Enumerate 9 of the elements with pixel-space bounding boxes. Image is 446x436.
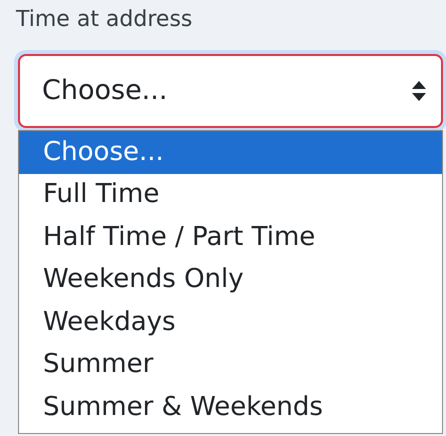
dropdown-option[interactable]: Choose... xyxy=(19,131,442,174)
dropdown-option[interactable]: Summer & Weekends xyxy=(19,386,442,428)
dropdown-option[interactable]: Full Time xyxy=(19,174,442,216)
up-down-caret-icon xyxy=(411,80,427,102)
dropdown-option[interactable]: Weekends Only xyxy=(19,258,442,301)
dropdown-option[interactable]: Weekdays xyxy=(19,301,442,344)
field-label: Time at address xyxy=(16,6,194,34)
dropdown-option[interactable]: Summer xyxy=(19,344,442,386)
dropdown-option[interactable]: Half Time / Part Time xyxy=(19,216,442,258)
